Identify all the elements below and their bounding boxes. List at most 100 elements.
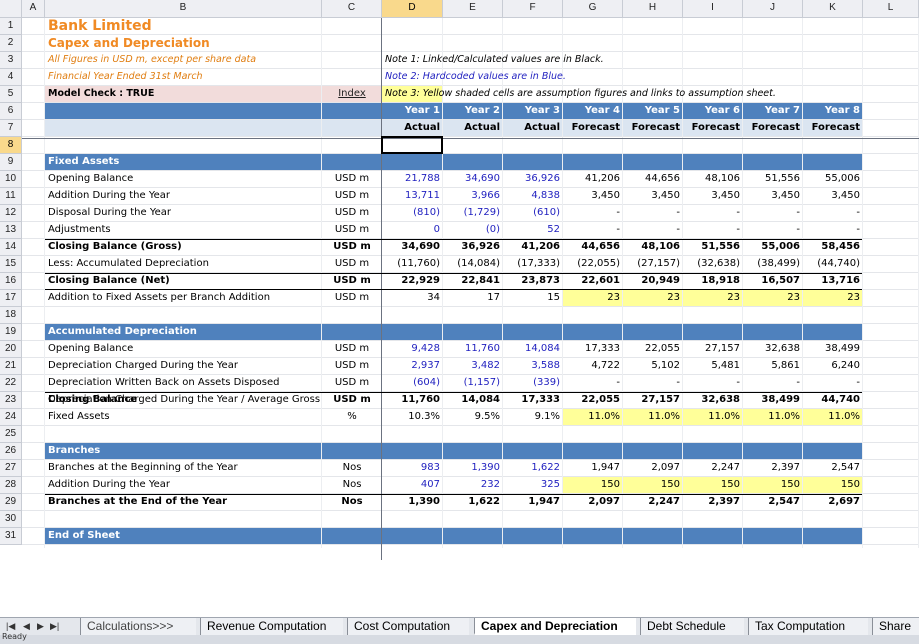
value-cell[interactable]: -: [743, 222, 803, 239]
value-cell[interactable]: 3,482: [443, 358, 503, 375]
value-cell[interactable]: 3,966: [443, 188, 503, 205]
row-header-30[interactable]: 30: [0, 511, 22, 528]
value-cell[interactable]: 5,861: [743, 358, 803, 375]
value-cell[interactable]: 150: [563, 477, 623, 494]
sheet-subtitle[interactable]: Capex and Depreciation: [45, 35, 322, 52]
value-cell[interactable]: 11,760: [382, 392, 443, 409]
value-cell[interactable]: 48,106: [623, 239, 683, 256]
value-cell[interactable]: 1,947: [563, 460, 623, 477]
value-cell[interactable]: 48,106: [683, 171, 743, 188]
value-cell[interactable]: 150: [683, 477, 743, 494]
last-sheet-icon[interactable]: ▶|: [50, 618, 59, 635]
value-cell[interactable]: 983: [382, 460, 443, 477]
row-header-25[interactable]: 25: [0, 426, 22, 443]
value-cell[interactable]: 1,390: [443, 460, 503, 477]
year-label[interactable]: Year 8: [803, 103, 863, 120]
row-header-26[interactable]: 26: [0, 443, 22, 460]
unit-label[interactable]: USD m: [322, 239, 382, 256]
row-header-18[interactable]: 18: [0, 307, 22, 324]
line-label[interactable]: Opening Balance: [45, 341, 322, 358]
section-title-fixed-assets[interactable]: Fixed Assets: [45, 154, 322, 171]
row-header-4[interactable]: 4: [0, 69, 22, 86]
line-label[interactable]: Branches at the End of the Year: [45, 494, 322, 511]
value-cell[interactable]: 44,656: [623, 171, 683, 188]
tab-calculations[interactable]: Calculations>>>: [80, 618, 196, 635]
unit-label[interactable]: Nos: [322, 477, 382, 494]
row-header-21[interactable]: 21: [0, 358, 22, 375]
unit-label[interactable]: USD m: [322, 341, 382, 358]
column-header-G[interactable]: G: [563, 0, 623, 18]
value-cell[interactable]: 22,929: [382, 273, 443, 290]
tab-tax-computation[interactable]: Tax Computation: [748, 618, 868, 635]
index-link[interactable]: Index: [322, 86, 382, 103]
row-header-20[interactable]: 20: [0, 341, 22, 358]
section-title-branches[interactable]: Branches: [45, 443, 322, 460]
value-cell[interactable]: (32,638): [683, 256, 743, 273]
row-header-23[interactable]: 23: [0, 392, 22, 409]
period-type-label[interactable]: Actual: [382, 120, 443, 137]
select-all-corner[interactable]: [0, 0, 22, 18]
period-type-label[interactable]: Forecast: [563, 120, 623, 137]
value-cell[interactable]: 4,722: [563, 358, 623, 375]
row-header-2[interactable]: 2: [0, 35, 22, 52]
value-cell[interactable]: 34,690: [443, 171, 503, 188]
line-label[interactable]: Addition to Fixed Assets per Branch Addi…: [45, 290, 322, 307]
period-type-label[interactable]: Forecast: [743, 120, 803, 137]
value-cell[interactable]: -: [803, 222, 863, 239]
tab-share[interactable]: Share C: [872, 618, 919, 635]
value-cell[interactable]: 11.0%: [743, 409, 803, 426]
value-cell[interactable]: (810): [382, 205, 443, 222]
value-cell[interactable]: 2,397: [683, 494, 743, 511]
value-cell[interactable]: 3,450: [623, 188, 683, 205]
value-cell[interactable]: 13,716: [803, 273, 863, 290]
value-cell[interactable]: 0: [382, 222, 443, 239]
line-label[interactable]: Depreciation Written Back on Assets Disp…: [45, 375, 322, 392]
value-cell[interactable]: -: [803, 375, 863, 392]
value-cell[interactable]: 9.5%: [443, 409, 503, 426]
value-cell[interactable]: 27,157: [623, 392, 683, 409]
line-label[interactable]: Addition During the Year: [45, 477, 322, 494]
spreadsheet-grid[interactable]: A B C D E F G H I J K L 1 2 3 4 5 6 7 8 9 10 11 12 13 14 15 16 17 18 1…: [0, 0, 919, 560]
value-cell[interactable]: 17: [443, 290, 503, 307]
value-cell[interactable]: 36,926: [503, 171, 563, 188]
value-cell[interactable]: -: [623, 205, 683, 222]
value-cell[interactable]: -: [623, 222, 683, 239]
value-cell[interactable]: 150: [623, 477, 683, 494]
period-type-label[interactable]: Actual: [503, 120, 563, 137]
value-cell[interactable]: 58,456: [803, 239, 863, 256]
year-label[interactable]: Year 3: [503, 103, 563, 120]
active-cell-cursor[interactable]: [381, 136, 443, 154]
value-cell[interactable]: 51,556: [683, 239, 743, 256]
column-header-A[interactable]: A: [22, 0, 45, 18]
unit-label[interactable]: %: [322, 409, 382, 426]
value-cell[interactable]: (27,157): [623, 256, 683, 273]
value-cell[interactable]: (44,740): [803, 256, 863, 273]
value-cell[interactable]: 2,097: [623, 460, 683, 477]
unit-label[interactable]: USD m: [322, 205, 382, 222]
value-cell[interactable]: 14,084: [503, 341, 563, 358]
value-cell[interactable]: -: [743, 205, 803, 222]
unit-label[interactable]: USD m: [322, 171, 382, 188]
model-check-status[interactable]: Model Check : TRUE: [45, 86, 322, 103]
row-header-10[interactable]: 10: [0, 171, 22, 188]
value-cell[interactable]: 22,601: [563, 273, 623, 290]
line-label[interactable]: Adjustments: [45, 222, 322, 239]
value-cell[interactable]: 2,547: [803, 460, 863, 477]
value-cell[interactable]: 22,055: [563, 392, 623, 409]
row-header-17[interactable]: 17: [0, 290, 22, 307]
value-cell[interactable]: 38,499: [743, 392, 803, 409]
unit-label[interactable]: USD m: [322, 358, 382, 375]
value-cell[interactable]: 22,055: [623, 341, 683, 358]
value-cell[interactable]: (604): [382, 375, 443, 392]
value-cell[interactable]: 32,638: [683, 392, 743, 409]
value-cell[interactable]: -: [743, 375, 803, 392]
value-cell[interactable]: (14,084): [443, 256, 503, 273]
line-label[interactable]: Depreciation Charged During the Year: [45, 358, 322, 375]
row-header-27[interactable]: 27: [0, 460, 22, 477]
sheet-title[interactable]: Bank Limited: [45, 18, 322, 35]
column-header-J[interactable]: J: [743, 0, 803, 18]
value-cell[interactable]: 23,873: [503, 273, 563, 290]
line-label[interactable]: Disposal During the Year: [45, 205, 322, 222]
column-header-H[interactable]: H: [623, 0, 683, 18]
note-linked-values[interactable]: Note 1: Linked/Calculated values are in …: [382, 52, 852, 69]
